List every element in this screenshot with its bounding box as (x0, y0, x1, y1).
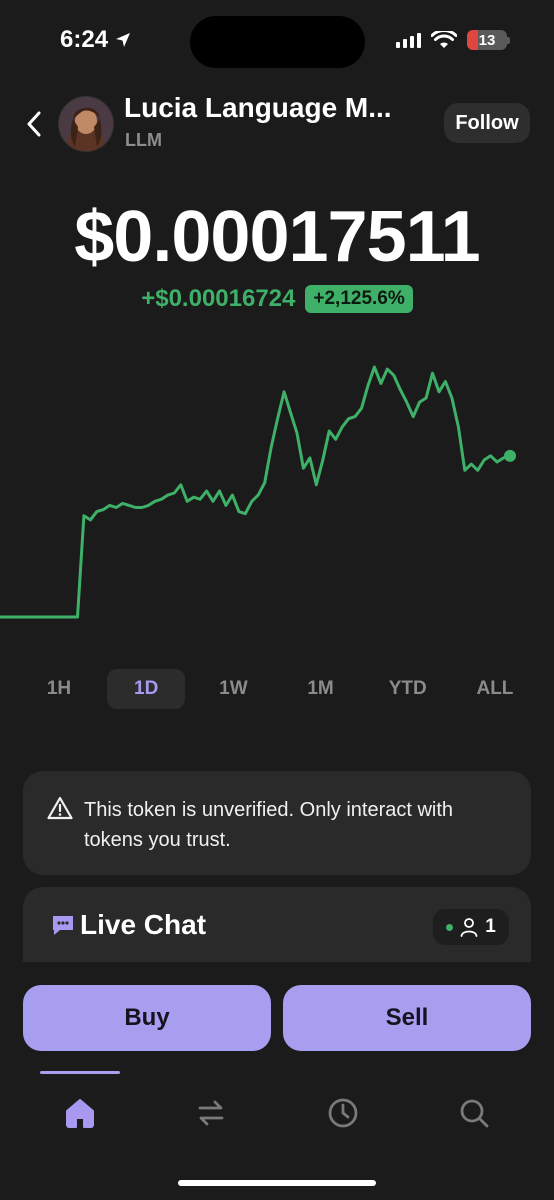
token-symbol: LLM (125, 130, 162, 150)
range-tab-1w[interactable]: 1W (194, 669, 272, 709)
chevron-left-icon (27, 111, 41, 137)
home-icon (66, 1099, 94, 1128)
dynamic-island (190, 16, 365, 68)
warning-triangle-icon (47, 796, 73, 820)
tab-history[interactable] (323, 1093, 363, 1133)
tab-home[interactable] (60, 1093, 100, 1133)
token-avatar[interactable] (58, 96, 114, 152)
location-arrow-icon (116, 33, 131, 47)
wifi-icon (431, 31, 457, 48)
status-time: 6:24 (60, 26, 132, 54)
range-tab-all[interactable]: ALL (456, 669, 534, 709)
range-tab-ytd[interactable]: YTD (369, 669, 447, 709)
active-tab-indicator (40, 1071, 120, 1074)
cellular-signal-icon (396, 32, 421, 48)
live-chat-title: Live Chat (80, 909, 207, 940)
price-chart[interactable] (0, 355, 554, 635)
online-dot (446, 923, 454, 931)
live-chat-panel[interactable]: Live Chat 1 (23, 887, 531, 965)
price-change-row: +$0.00016724 +2,125.6% (0, 285, 554, 313)
price-line (0, 365, 512, 619)
back-button[interactable] (20, 108, 48, 140)
tab-search[interactable] (454, 1093, 494, 1133)
time-range-selector: 1H 1D 1W 1M YTD ALL (20, 668, 534, 710)
range-tab-1m[interactable]: 1M (282, 669, 360, 709)
search-icon (460, 1099, 489, 1128)
battery-level: 13 (478, 31, 496, 49)
buy-button[interactable]: Buy (23, 985, 271, 1051)
status-indicators: 13 (396, 30, 510, 50)
viewer-count-badge: 1 (433, 909, 509, 945)
clock-text: 6:24 (60, 26, 109, 53)
viewer-count: 1 (485, 916, 496, 937)
home-indicator (178, 1180, 376, 1186)
warning-text: This token is unverified. Only interact … (84, 799, 454, 851)
range-tab-1d[interactable]: 1D (107, 669, 186, 709)
range-tab-1h[interactable]: 1H (20, 669, 98, 709)
battery-icon: 13 (467, 30, 507, 50)
sell-button[interactable]: Sell (283, 985, 531, 1051)
current-price-dot (504, 449, 516, 462)
person-icon (460, 918, 478, 937)
chat-bubble-icon (53, 916, 73, 935)
current-price: $0.00017511 (74, 197, 480, 277)
tab-swap[interactable] (191, 1093, 231, 1133)
unverified-warning: This token is unverified. Only interact … (23, 771, 531, 875)
price-change-percent-badge: +2,125.6% (305, 285, 413, 313)
history-icon (328, 1098, 358, 1128)
price-change-absolute: +$0.00016724 (141, 285, 296, 312)
swap-icon (198, 1100, 224, 1126)
follow-button[interactable]: Follow (444, 103, 530, 143)
token-name: Lucia Language M... (124, 92, 392, 123)
